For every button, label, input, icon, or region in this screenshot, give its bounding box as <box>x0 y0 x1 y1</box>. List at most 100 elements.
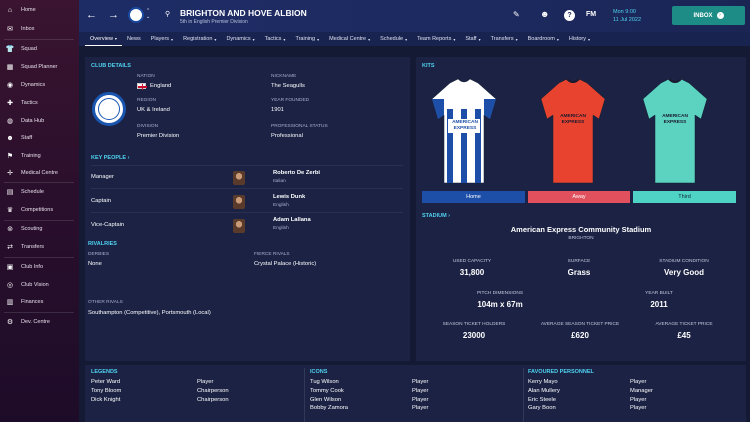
sidebar-item-label: Dynamics <box>21 82 46 88</box>
icon-person-name[interactable]: Bobby Zamora <box>310 405 348 411</box>
sidebar-item-transfers[interactable]: ⇄ Transfers <box>0 241 79 253</box>
away-kit-shirt[interactable] <box>539 79 607 187</box>
key-people-title[interactable]: KEY PEOPLE › <box>91 155 129 161</box>
stadium-city: BRIGHTON <box>568 236 594 241</box>
fm-logo[interactable]: FM <box>586 11 596 18</box>
away-kit-button[interactable]: Away <box>528 191 630 203</box>
derbies-label: DERBIES <box>88 252 110 257</box>
club-badge[interactable] <box>128 7 144 23</box>
season-ticket-holders-value: 23000 <box>462 331 486 340</box>
favoured-role: Manager <box>630 388 653 394</box>
stadium-title[interactable]: STADIUM › <box>422 213 450 219</box>
chevron-up-down-icon[interactable]: ⌃ ⌄ <box>146 8 150 20</box>
professional-status-value: Professional <box>271 133 303 139</box>
data-hub-icon: ◍ <box>6 118 14 125</box>
sidebar-item-schedule[interactable]: ▤ Schedule <box>0 186 79 198</box>
third-kit-button[interactable]: Third <box>633 191 736 203</box>
sidebar-item-medical-centre[interactable]: ✛ Medical Centre <box>0 167 79 179</box>
avatar[interactable] <box>233 195 245 209</box>
legend-name[interactable]: Tony Bloom <box>91 388 121 394</box>
home-kit-sponsor-line2: EXPRESS <box>453 126 477 131</box>
icon-person-name[interactable]: Tug Wilson <box>310 379 339 385</box>
vision-icon: ◎ <box>6 282 14 289</box>
season-ticket-holders-label: SEASON TICKET HOLDERS <box>442 322 506 327</box>
division-value[interactable]: Premier Division <box>137 133 179 139</box>
tab-history[interactable]: History ▾ <box>564 32 595 46</box>
home-kit-shirt[interactable] <box>430 79 498 187</box>
favoured-name[interactable]: Gary Boon <box>528 405 556 411</box>
avatar[interactable] <box>233 219 245 233</box>
sidebar-item-label: Training <box>21 153 41 159</box>
tab-medical-centre[interactable]: Medical Centre ▾ <box>324 32 375 46</box>
icon-person-role: Player <box>412 388 429 394</box>
tab-boardroom[interactable]: Boardroom ▾ <box>523 32 564 46</box>
sidebar-item-inbox[interactable]: ✉ Inbox <box>0 23 79 35</box>
tab-team-reports[interactable]: Team Reports ▾ <box>412 32 460 46</box>
third-kit-shirt[interactable] <box>641 79 709 187</box>
legend-name[interactable]: Peter Ward <box>91 379 120 385</box>
dev-centre-icon: ⚙ <box>6 319 14 326</box>
sidebar-item-dynamics[interactable]: ◉ Dynamics <box>0 79 79 91</box>
away-kit-sponsor-line2: EXPRESS <box>561 120 585 125</box>
nickname-value: The Seagulls <box>271 83 305 89</box>
favoured-name[interactable]: Kerry Mayo <box>528 379 558 385</box>
search-icon[interactable]: ⚲ <box>165 10 170 18</box>
manager-name[interactable]: Roberto De Zerbi <box>273 170 320 176</box>
sidebar-item-finances[interactable]: ▥ Finances <box>0 296 79 308</box>
nation-value[interactable]: England <box>150 83 171 89</box>
sidebar-item-squad-planner[interactable]: ▦ Squad Planner <box>0 61 79 73</box>
sidebar-item-home[interactable]: ⌂ Home <box>0 4 79 16</box>
derbies-value: None <box>88 261 102 267</box>
tab-tactics[interactable]: Tactics ▾ <box>260 32 291 46</box>
role-manager: Manager <box>91 174 114 180</box>
sidebar-item-label: Club Info <box>21 264 44 270</box>
legend-name[interactable]: Dick Knight <box>91 397 120 403</box>
tactics-icon: ✚ <box>7 100 13 107</box>
staff-icon: ☻ <box>6 134 14 142</box>
tab-dynamics[interactable]: Dynamics ▾ <box>221 32 259 46</box>
sidebar-item-club-info[interactable]: ▣ Club Info <box>0 261 79 273</box>
tab-staff[interactable]: Staff ▾ <box>460 32 485 46</box>
fierce-rivals-value[interactable]: Crystal Palace (Historic) <box>254 261 316 267</box>
tab-players[interactable]: Players ▾ <box>146 32 178 46</box>
back-arrow-icon[interactable]: ← <box>86 9 97 21</box>
pen-icon[interactable]: ✎ <box>513 10 520 19</box>
sidebar-item-squad[interactable]: 👕 Squad <box>0 43 79 55</box>
tab-training[interactable]: Training ▾ <box>290 32 324 46</box>
tab-transfers[interactable]: Transfers ▾ <box>486 32 523 46</box>
chevron-down-icon: ▾ <box>171 36 174 42</box>
club-title[interactable]: BRIGHTON AND HOVE ALBION <box>180 8 307 18</box>
tab-schedule[interactable]: Schedule ▾ <box>375 32 412 46</box>
avatar[interactable] <box>233 171 245 185</box>
help-icon[interactable]: ? <box>564 10 575 21</box>
sidebar-item-training[interactable]: ⚑ Training <box>0 150 79 162</box>
icon-person-name[interactable]: Glen Wilson <box>310 397 341 403</box>
tab-registration[interactable]: Registration ▾ <box>178 32 221 46</box>
sidebar-item-data-hub[interactable]: ◍ Data Hub <box>0 115 79 127</box>
sidebar-item-dev-centre[interactable]: ⚙ Dev. Centre <box>0 316 79 328</box>
chevron-down-icon: ▾ <box>515 36 518 42</box>
other-rivals-value[interactable]: Southampton (Competitive), Portsmouth (L… <box>88 310 211 316</box>
favoured-name[interactable]: Alan Mullery <box>528 388 560 394</box>
chevron-down-icon: ▾ <box>114 36 117 41</box>
game-icon[interactable]: ☻ <box>540 9 549 19</box>
divider <box>91 188 403 189</box>
inbox-button[interactable]: INBOX › <box>672 6 745 25</box>
avg-ticket-price-label: AVERAGE TICKET PRICE <box>655 322 713 327</box>
sidebar-item-competitions[interactable]: ♛ Competitions <box>0 204 79 216</box>
sidebar-item-club-vision[interactable]: ◎ Club Vision <box>0 279 79 291</box>
tab-overview[interactable]: Overview ▾ <box>85 32 122 46</box>
third-kit-sponsor-line2: EXPRESS <box>663 120 687 125</box>
favoured-name[interactable]: Eric Steele <box>528 397 556 403</box>
sidebar-item-tactics[interactable]: ✚ Tactics <box>0 97 79 109</box>
icon-person-name[interactable]: Tommy Cook <box>310 388 344 394</box>
kits-stadium-panel: KITS AMERICAN EXPRESS AMERICAN EXPRESS A… <box>416 57 746 361</box>
sidebar: ⌂ Home ✉ Inbox 👕 Squad ▦ Squad Planner ◉ Dyna… <box>0 0 79 422</box>
sidebar-item-staff[interactable]: ☻ Staff <box>0 132 79 144</box>
sidebar-item-scouting[interactable]: ⊚ Scouting <box>0 223 79 235</box>
home-kit-button[interactable]: Home <box>422 191 525 203</box>
tab-news[interactable]: News <box>122 32 146 46</box>
forward-arrow-icon[interactable]: → <box>108 9 119 21</box>
vice-captain-name[interactable]: Adam Lallana <box>273 217 311 223</box>
captain-name[interactable]: Lewis Dunk <box>273 194 305 200</box>
